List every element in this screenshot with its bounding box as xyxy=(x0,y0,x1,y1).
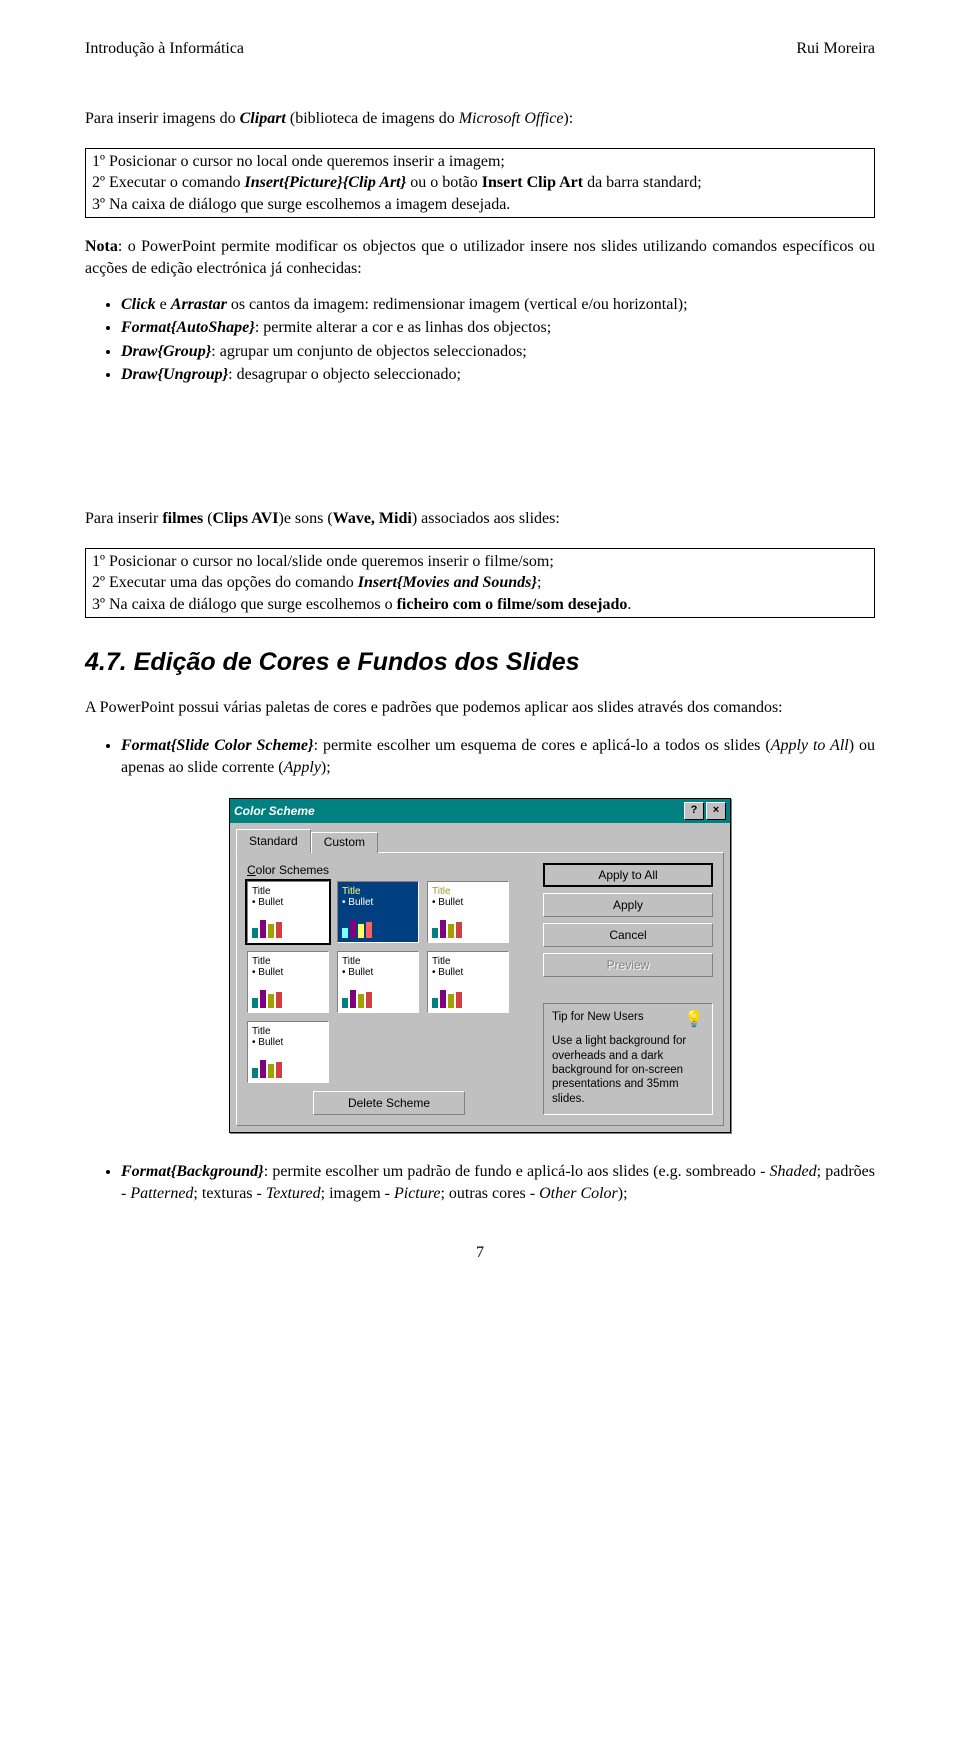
help-button[interactable]: ? xyxy=(684,802,704,820)
header-right: Rui Moreira xyxy=(796,40,875,58)
dialog-title: Color Scheme xyxy=(234,804,682,818)
scheme-grid: Title• Bullet Title• Bullet Title• Bulle… xyxy=(247,881,531,1083)
instruction-box-2: 1º Posicionar o cursor no local/slide on… xyxy=(85,548,875,619)
lightbulb-icon: 💡 xyxy=(684,1010,704,1030)
bars-icon xyxy=(342,920,414,938)
bars-icon xyxy=(252,990,324,1008)
bars-icon xyxy=(252,920,324,938)
scheme-option[interactable]: Title• Bullet xyxy=(337,881,419,943)
bullet-list-1: Click e Arrastar os cantos da imagem: re… xyxy=(121,294,875,386)
scheme-option[interactable]: Title• Bullet xyxy=(247,881,329,943)
box1-line1: 1º Posicionar o cursor no local onde que… xyxy=(92,151,868,173)
tip-heading: Tip for New Users xyxy=(552,1010,644,1030)
bullet-list-2: Format{Slide Color Scheme}: permite esco… xyxy=(121,735,875,778)
group-label: Color Schemes xyxy=(247,863,531,877)
bars-icon xyxy=(342,990,414,1008)
instruction-box-1: 1º Posicionar o cursor no local onde que… xyxy=(85,148,875,219)
scheme-option[interactable]: Title• Bullet xyxy=(427,951,509,1013)
box2-line3: 3º Na caixa de diálogo que surge escolhe… xyxy=(92,594,868,616)
box1-line3: 3º Na caixa de diálogo que surge escolhe… xyxy=(92,194,868,216)
apply-to-all-button[interactable]: Apply to All xyxy=(543,863,713,887)
nota-paragraph: Nota: o PowerPoint permite modificar os … xyxy=(85,236,875,279)
bars-icon xyxy=(432,920,504,938)
page-number: 7 xyxy=(85,1244,875,1262)
tab-standard[interactable]: Standard xyxy=(236,829,311,853)
tip-box: Tip for New Users 💡 Use a light backgrou… xyxy=(543,1003,713,1115)
delete-scheme-button[interactable]: Delete Scheme xyxy=(313,1091,465,1115)
apply-button[interactable]: Apply xyxy=(543,893,713,917)
box2-line1: 1º Posicionar o cursor no local/slide on… xyxy=(92,551,868,573)
bullet-item: Format{Slide Color Scheme}: permite esco… xyxy=(121,735,875,778)
dialog-titlebar[interactable]: Color Scheme ? × xyxy=(230,799,730,823)
bullet-item: Format{AutoShape}: permite alterar a cor… xyxy=(121,317,875,339)
bullet-item: Click e Arrastar os cantos da imagem: re… xyxy=(121,294,875,316)
close-button[interactable]: × xyxy=(706,802,726,820)
bars-icon xyxy=(432,990,504,1008)
bullet-item: Draw{Group}: agrupar um conjunto de obje… xyxy=(121,341,875,363)
cancel-button[interactable]: Cancel xyxy=(543,923,713,947)
header-left: Introdução à Informática xyxy=(85,40,244,58)
tip-body: Use a light background for overheads and… xyxy=(552,1035,686,1105)
intro-paragraph-1: Para inserir imagens do Clipart (bibliot… xyxy=(85,108,875,130)
color-scheme-dialog: Color Scheme ? × Standard Custom Color S… xyxy=(229,798,731,1133)
paragraph-3: A PowerPoint possui várias paletas de co… xyxy=(85,697,875,719)
section-heading: 4.7. Edição de Cores e Fundos dos Slides xyxy=(85,648,875,677)
box1-line2: 2º Executar o comando Insert{Picture}{Cl… xyxy=(92,172,868,194)
bullet-list-3: Format{Background}: permite escolher um … xyxy=(121,1161,875,1204)
scheme-option[interactable]: Title• Bullet xyxy=(247,1021,329,1083)
tab-custom[interactable]: Custom xyxy=(311,832,378,853)
bullet-item: Draw{Ungroup}: desagrupar o objecto sele… xyxy=(121,364,875,386)
box2-line2: 2º Executar uma das opções do comando In… xyxy=(92,572,868,594)
bars-icon xyxy=(252,1060,324,1078)
scheme-option[interactable]: Title• Bullet xyxy=(337,951,419,1013)
preview-button[interactable]: Preview xyxy=(543,953,713,977)
scheme-option[interactable]: Title• Bullet xyxy=(247,951,329,1013)
bullet-item: Format{Background}: permite escolher um … xyxy=(121,1161,875,1204)
intro-paragraph-2: Para inserir filmes (Clips AVI)e sons (W… xyxy=(85,508,875,530)
scheme-option[interactable]: Title• Bullet xyxy=(427,881,509,943)
